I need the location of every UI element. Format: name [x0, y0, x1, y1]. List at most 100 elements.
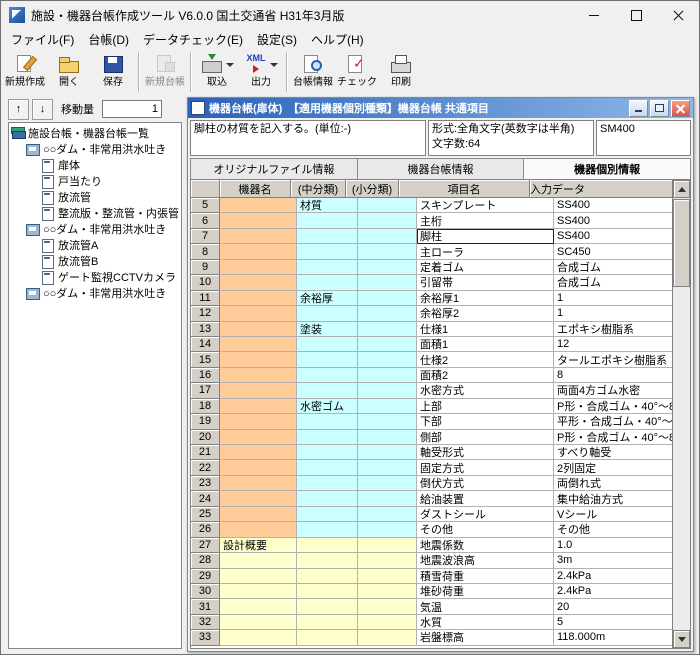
nyuryoku-data-cell[interactable]: SS400 [554, 213, 672, 228]
tree-item[interactable]: 放流管 [9, 189, 181, 205]
chubunrui-cell[interactable] [297, 368, 358, 383]
tab-ledger-info[interactable]: 機器台帳情報 [358, 158, 525, 179]
kikimei-cell[interactable] [220, 229, 297, 244]
row-number-cell[interactable]: 17 [191, 383, 220, 398]
row-number-cell[interactable]: 18 [191, 399, 220, 414]
menu-item[interactable]: ファイル(F) [4, 29, 81, 50]
shobunrui-cell[interactable] [358, 260, 417, 275]
kikimei-cell[interactable] [220, 198, 297, 213]
komokumei-cell[interactable]: 岩盤標高 [417, 630, 554, 645]
maximize-button[interactable] [615, 1, 657, 29]
chubunrui-cell[interactable] [297, 430, 358, 445]
shobunrui-cell[interactable] [358, 522, 417, 537]
nyuryoku-data-cell[interactable]: 1 [554, 291, 672, 306]
komokumei-cell[interactable]: 積雪荷重 [417, 569, 554, 584]
chubunrui-cell[interactable] [297, 445, 358, 460]
komokumei-cell[interactable]: 定着ゴム [417, 260, 554, 275]
chubunrui-cell[interactable] [297, 569, 358, 584]
child-minimize-button[interactable] [629, 100, 648, 117]
komokumei-cell[interactable]: 給油装置 [417, 491, 554, 506]
tree-item[interactable]: ○○ダム・非常用洪水吐き [9, 141, 181, 157]
row-number-cell[interactable]: 29 [191, 569, 220, 584]
nyuryoku-data-cell[interactable]: 合成ゴム [554, 275, 672, 290]
shobunrui-cell[interactable] [358, 383, 417, 398]
kikimei-cell[interactable] [220, 399, 297, 414]
komokumei-cell[interactable]: その他 [417, 522, 554, 537]
shobunrui-cell[interactable] [358, 306, 417, 321]
chubunrui-cell[interactable] [297, 491, 358, 506]
komokumei-cell[interactable]: 倒伏方式 [417, 476, 554, 491]
nyuryoku-data-cell[interactable]: SC450 [554, 244, 672, 259]
child-restore-button[interactable] [650, 100, 669, 117]
chubunrui-cell[interactable] [297, 553, 358, 568]
kikimei-cell[interactable] [220, 553, 297, 568]
kikimei-cell[interactable] [220, 630, 297, 645]
toolbar-button[interactable]: 新規台帳 [143, 51, 187, 90]
chubunrui-cell[interactable] [297, 229, 358, 244]
kikimei-cell[interactable] [220, 491, 297, 506]
komokumei-cell[interactable]: 脚柱 [417, 229, 554, 244]
nyuryoku-data-cell[interactable]: P形・合成ゴム・40°～80° [554, 399, 672, 414]
row-number-cell[interactable]: 12 [191, 306, 220, 321]
shobunrui-cell[interactable] [358, 337, 417, 352]
shobunrui-cell[interactable] [358, 399, 417, 414]
kikimei-cell[interactable] [220, 291, 297, 306]
chubunrui-cell[interactable] [297, 275, 358, 290]
shobunrui-cell[interactable] [358, 538, 417, 553]
nyuryoku-data-cell[interactable]: Vシール [554, 507, 672, 522]
close-button[interactable] [657, 1, 699, 29]
chubunrui-cell[interactable]: 水密ゴム [297, 399, 358, 414]
tree-item[interactable]: 戸当たり [9, 173, 181, 189]
chubunrui-cell[interactable]: 材質 [297, 198, 358, 213]
shobunrui-cell[interactable] [358, 275, 417, 290]
tree-item[interactable]: 整流版・整流管・内張管 [9, 205, 181, 221]
move-amount-input[interactable] [102, 100, 162, 118]
nyuryoku-data-cell[interactable]: タールエポキシ樹脂系 [554, 352, 672, 367]
chubunrui-cell[interactable] [297, 584, 358, 599]
komokumei-cell[interactable]: 上部 [417, 399, 554, 414]
move-down-button[interactable]: ↓ [32, 99, 53, 120]
tab-individual-info[interactable]: 機器個別情報 [524, 158, 691, 179]
nyuryoku-data-cell[interactable]: 平形・合成ゴム・40°～80° [554, 414, 672, 429]
row-number-cell[interactable]: 8 [191, 244, 220, 259]
toolbar-button[interactable]: 印刷 [379, 51, 423, 90]
tab-original-file-info[interactable]: オリジナルファイル情報 [190, 158, 358, 179]
shobunrui-cell[interactable] [358, 507, 417, 522]
kikimei-cell[interactable] [220, 352, 297, 367]
shobunrui-cell[interactable] [358, 584, 417, 599]
dropdown-arrow-icon[interactable] [224, 52, 234, 76]
menu-item[interactable]: 台帳(D) [81, 29, 136, 50]
toolbar-button[interactable]: 台帳情報 [291, 51, 335, 90]
komokumei-cell[interactable]: 側部 [417, 430, 554, 445]
nyuryoku-data-cell[interactable]: 1 [554, 306, 672, 321]
toolbar-button[interactable]: XML 出力 [239, 51, 283, 90]
row-number-cell[interactable]: 28 [191, 553, 220, 568]
shobunrui-cell[interactable] [358, 322, 417, 337]
chubunrui-cell[interactable] [297, 538, 358, 553]
komokumei-cell[interactable]: 仕様1 [417, 322, 554, 337]
komokumei-cell[interactable]: 面積2 [417, 368, 554, 383]
tree-item[interactable]: 放流管B [9, 253, 181, 269]
nyuryoku-data-cell[interactable]: すべり軸受 [554, 445, 672, 460]
dropdown-arrow-icon[interactable] [268, 52, 278, 76]
chubunrui-cell[interactable] [297, 306, 358, 321]
kikimei-cell[interactable] [220, 507, 297, 522]
shobunrui-cell[interactable] [358, 630, 417, 645]
toolbar-button[interactable]: 取込 [195, 51, 239, 90]
shobunrui-cell[interactable] [358, 291, 417, 306]
scroll-down-button[interactable] [673, 630, 690, 648]
toolbar-button[interactable]: チェック [335, 51, 379, 90]
komokumei-cell[interactable]: 堆砂荷重 [417, 584, 554, 599]
row-number-cell[interactable]: 14 [191, 337, 220, 352]
row-number-cell[interactable]: 15 [191, 352, 220, 367]
chubunrui-cell[interactable] [297, 213, 358, 228]
minimize-button[interactable] [573, 1, 615, 29]
komokumei-cell[interactable]: 水密方式 [417, 383, 554, 398]
chubunrui-cell[interactable] [297, 260, 358, 275]
kikimei-cell[interactable] [220, 476, 297, 491]
kikimei-cell[interactable] [220, 306, 297, 321]
scroll-up-button[interactable] [673, 180, 690, 198]
row-number-cell[interactable]: 20 [191, 430, 220, 445]
row-number-cell[interactable]: 27 [191, 538, 220, 553]
toolbar-button[interactable]: 保存 [91, 51, 135, 90]
